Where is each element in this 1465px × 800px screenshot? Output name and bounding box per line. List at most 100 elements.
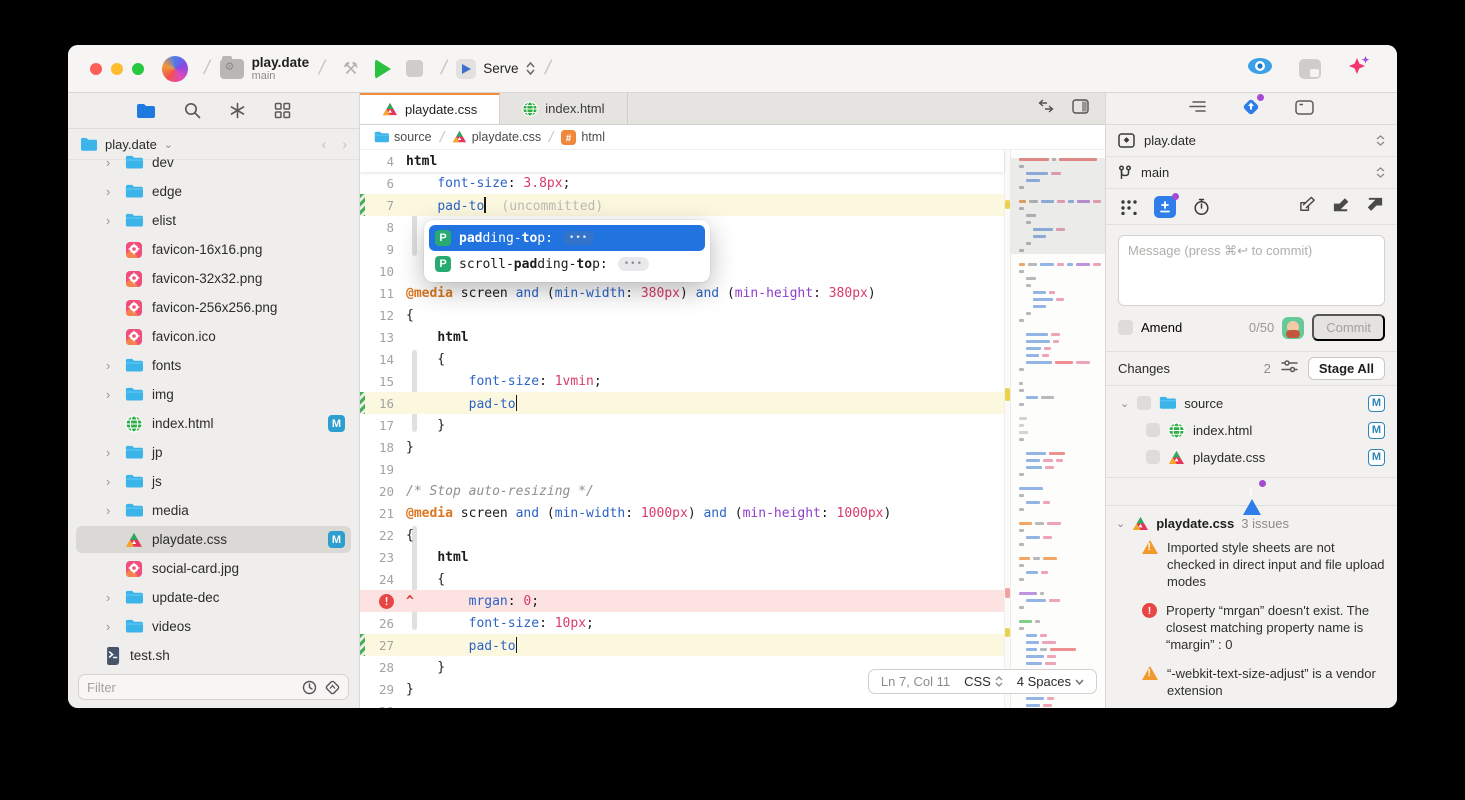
tree-item-js[interactable]: › js bbox=[68, 467, 359, 496]
autocomplete-item[interactable]: Ppadding-top: ••• bbox=[429, 225, 705, 251]
chevron-right-icon[interactable]: › bbox=[106, 358, 116, 373]
code-line[interactable]: 14 { bbox=[360, 348, 1004, 370]
chevron-right-icon[interactable]: › bbox=[106, 184, 116, 199]
tree-item-fonts[interactable]: › fonts bbox=[68, 351, 359, 380]
issue-item[interactable]: ! Property “mrgan” doesn't exist. The clo… bbox=[1142, 602, 1385, 653]
issue-item[interactable]: Imported style sheets are not checked in… bbox=[1142, 539, 1385, 590]
chevron-right-icon[interactable]: › bbox=[106, 619, 116, 634]
tree-item-media[interactable]: › media bbox=[68, 496, 359, 525]
chevron-down-icon[interactable]: ⌄ bbox=[1120, 397, 1129, 410]
sort-filter-icon[interactable] bbox=[325, 680, 340, 695]
stop-button[interactable] bbox=[399, 55, 431, 83]
commit-button[interactable]: Commit bbox=[1312, 314, 1385, 342]
breadcrumb-source[interactable]: source bbox=[374, 130, 432, 144]
code-line[interactable]: 6 font-size: 3.8px; bbox=[360, 172, 1004, 194]
code-line[interactable]: 21 @media screen and (min-width: 1000px) … bbox=[360, 502, 1004, 524]
preview-button[interactable] bbox=[1247, 57, 1273, 80]
chevron-right-icon[interactable]: › bbox=[106, 474, 116, 489]
commit-graph-button[interactable] bbox=[1118, 196, 1140, 218]
chevron-right-icon[interactable]: › bbox=[106, 503, 116, 518]
tree-item-videos[interactable]: › videos bbox=[68, 612, 359, 641]
code-line[interactable]: 11 @media screen and (min-width: 380px) a… bbox=[360, 282, 1004, 304]
code-line[interactable]: 17 } bbox=[360, 414, 1004, 436]
tree-item-favicon-256x256.png[interactable]: favicon-256x256.png bbox=[68, 293, 359, 322]
files-tab-icon[interactable] bbox=[136, 103, 156, 119]
branch-selector[interactable]: main bbox=[1106, 157, 1397, 189]
breadcrumb-html[interactable]: # html bbox=[561, 129, 605, 145]
chevron-right-icon[interactable]: › bbox=[106, 445, 116, 460]
symbols-tab-icon[interactable] bbox=[229, 102, 246, 119]
tree-item-elist[interactable]: › elist bbox=[68, 206, 359, 235]
issues-section-toggle[interactable] bbox=[1106, 476, 1397, 515]
issues-file-header[interactable]: ⌄ playdate.css 3 issues bbox=[1116, 516, 1385, 531]
tree-item-test.sh[interactable]: test.sh bbox=[68, 641, 359, 666]
grid-tab-icon[interactable] bbox=[274, 102, 291, 119]
stage-all-button[interactable]: Stage All bbox=[1307, 356, 1385, 380]
code-line[interactable]: 16 pad-to bbox=[360, 392, 1004, 414]
build-button[interactable]: ⚒ bbox=[335, 55, 367, 83]
chevron-right-icon[interactable]: › bbox=[106, 590, 116, 605]
tree-item-img[interactable]: › img bbox=[68, 380, 359, 409]
code-line[interactable]: 19 bbox=[360, 458, 1004, 480]
report-tab-icon[interactable] bbox=[1189, 100, 1207, 117]
tree-item-favicon-16x16.png[interactable]: favicon-16x16.png bbox=[68, 235, 359, 264]
changes-filter-icon[interactable] bbox=[1281, 360, 1298, 376]
change-row-index.html[interactable]: index.html M bbox=[1106, 417, 1397, 444]
zoom-window-button[interactable] bbox=[132, 62, 144, 75]
code-line[interactable]: 7 pad-to (uncommitted) bbox=[360, 194, 1004, 216]
code-line[interactable]: 26 font-size: 10px; bbox=[360, 612, 1004, 634]
code-line[interactable]: 24 { bbox=[360, 568, 1004, 590]
git-tab-icon[interactable] bbox=[1241, 94, 1264, 120]
indent-selector[interactable]: 4 Spaces bbox=[1017, 674, 1084, 689]
code-line[interactable]: 13 html bbox=[360, 326, 1004, 348]
code-line[interactable]: 4 html bbox=[360, 150, 1004, 172]
recent-filter-icon[interactable] bbox=[302, 680, 317, 695]
chevron-right-icon[interactable]: › bbox=[106, 155, 116, 170]
search-tab-icon[interactable] bbox=[184, 102, 201, 119]
jump-pair-icon[interactable] bbox=[1038, 99, 1054, 118]
code-line[interactable]: 20/* Stop auto-resizing */ bbox=[360, 480, 1004, 502]
code-line[interactable]: 18} bbox=[360, 436, 1004, 458]
minimap[interactable] bbox=[1010, 150, 1105, 708]
change-row-source[interactable]: ⌄ source M bbox=[1106, 390, 1397, 417]
stash-timer-button[interactable] bbox=[1190, 196, 1212, 218]
split-editor-icon[interactable] bbox=[1072, 98, 1089, 119]
repo-selector[interactable]: play.date bbox=[1106, 125, 1397, 157]
fetch-button[interactable] bbox=[1298, 196, 1317, 217]
filter-input[interactable] bbox=[87, 679, 294, 695]
tree-item-index.html[interactable]: index.html M bbox=[68, 409, 359, 438]
code-line[interactable]: 15 font-size: 1vmin; bbox=[360, 370, 1004, 392]
pull-button[interactable] bbox=[1332, 196, 1351, 217]
push-button[interactable] bbox=[1366, 196, 1385, 217]
tree-item-update-dec[interactable]: › update-dec bbox=[68, 583, 359, 612]
code-line[interactable]: 12{ bbox=[360, 304, 1004, 326]
tree-item-favicon.ico[interactable]: favicon.ico bbox=[68, 322, 359, 351]
issue-item[interactable]: “-webkit-text-size-adjust” is a vendor e… bbox=[1142, 665, 1385, 699]
tab-playdate.css[interactable]: playdate.css bbox=[360, 93, 501, 124]
autocomplete-item[interactable]: Pscroll-padding-top: ••• bbox=[429, 251, 705, 277]
task-stepper-icon[interactable] bbox=[525, 62, 535, 75]
commit-message-input[interactable] bbox=[1128, 243, 1375, 299]
change-row-playdate.css[interactable]: playdate.css M bbox=[1106, 444, 1397, 471]
code-line[interactable]: ! ^ mrgan: 0; bbox=[360, 590, 1004, 612]
terminal-tab-icon[interactable] bbox=[1295, 99, 1314, 118]
tree-item-dev[interactable]: › dev bbox=[68, 148, 359, 177]
amend-checkbox[interactable] bbox=[1118, 320, 1133, 336]
code-area[interactable]: 4 html 6 font-size: 3.8px; 7 pad-to (uncomm… bbox=[360, 150, 1105, 708]
code-line[interactable]: 22{ bbox=[360, 524, 1004, 546]
chevron-right-icon[interactable]: › bbox=[106, 213, 116, 228]
minimize-window-button[interactable] bbox=[111, 62, 123, 75]
language-selector[interactable]: CSS bbox=[964, 674, 1003, 689]
close-window-button[interactable] bbox=[90, 62, 102, 75]
tree-item-jp[interactable]: › jp bbox=[68, 438, 359, 467]
tree-item-playdate.css[interactable]: playdate.css M bbox=[68, 525, 359, 554]
run-button[interactable] bbox=[367, 55, 399, 83]
code-line[interactable]: 27 pad-to bbox=[360, 634, 1004, 656]
project-switcher[interactable]: play.date main bbox=[219, 55, 309, 82]
code-line[interactable]: 23 html bbox=[360, 546, 1004, 568]
changes-view-button[interactable] bbox=[1154, 192, 1179, 218]
tree-item-favicon-32x32.png[interactable]: favicon-32x32.png bbox=[68, 264, 359, 293]
stage-checkbox[interactable] bbox=[1137, 396, 1152, 411]
stage-checkbox[interactable] bbox=[1146, 450, 1160, 465]
tree-item-social-card.jpg[interactable]: social-card.jpg bbox=[68, 554, 359, 583]
